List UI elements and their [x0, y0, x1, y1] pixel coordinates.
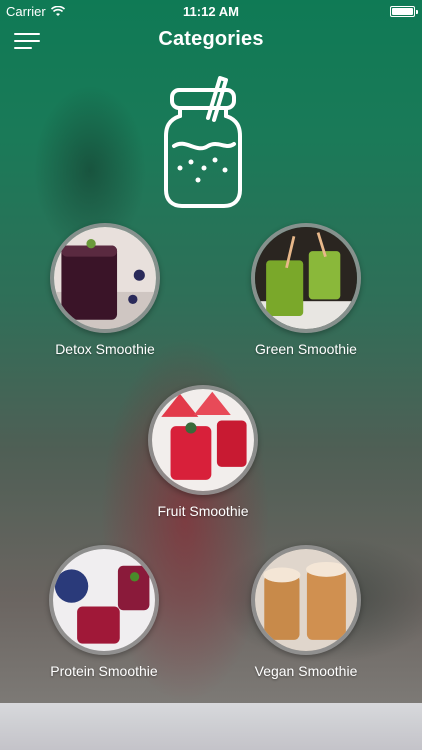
battery-icon — [390, 6, 418, 17]
category-label: Green Smoothie — [255, 341, 357, 357]
category-label: Vegan Smoothie — [254, 663, 358, 679]
page-title: Categories — [158, 28, 264, 50]
status-time: 11:12 AM — [183, 4, 239, 19]
green-smoothie-image — [251, 223, 361, 333]
bottom-strip — [0, 703, 422, 750]
category-detox-smoothie[interactable]: Detox Smoothie — [30, 223, 180, 357]
category-green-smoothie[interactable]: Green Smoothie — [231, 223, 381, 357]
smoothie-jar-icon — [164, 76, 242, 208]
category-fruit-smoothie[interactable]: Fruit Smoothie — [128, 385, 278, 519]
detox-smoothie-image — [50, 223, 160, 333]
vegan-smoothie-image — [251, 545, 361, 655]
category-vegan-smoothie[interactable]: Vegan Smoothie — [231, 545, 381, 679]
category-label: Fruit Smoothie — [157, 503, 249, 519]
fruit-smoothie-image — [148, 385, 258, 495]
protein-smoothie-image — [49, 545, 159, 655]
navigation-bar: Categories — [0, 22, 422, 60]
category-protein-smoothie[interactable]: Protein Smoothie — [29, 545, 179, 679]
status-bar: Carrier 11:12 AM — [0, 0, 422, 22]
category-label: Protein Smoothie — [50, 663, 158, 679]
category-label: Detox Smoothie — [55, 341, 155, 357]
